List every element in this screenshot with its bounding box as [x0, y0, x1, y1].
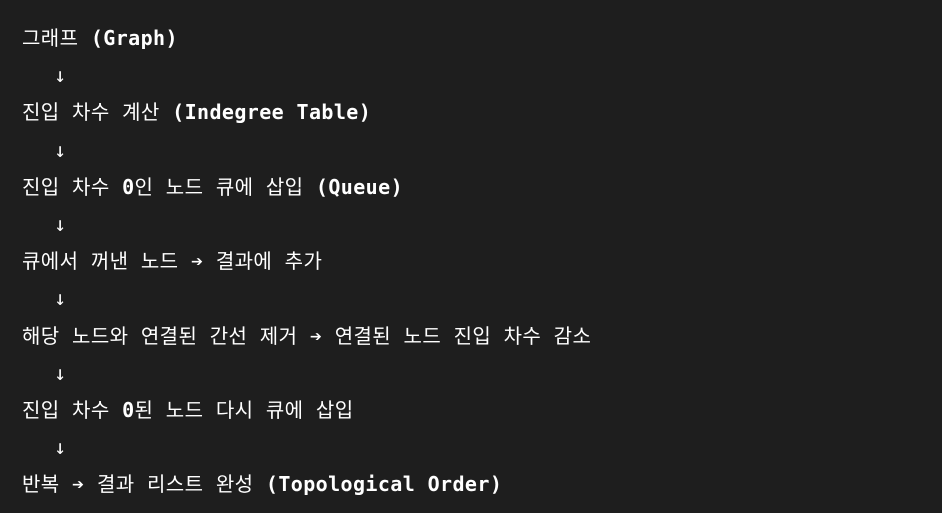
step-enqueue-zero: 진입 차수 0인 노드 큐에 삽입 (Queue) [22, 169, 942, 206]
step-text: 진입 차수 [22, 397, 123, 422]
down-arrow-icon: ↓ [54, 360, 67, 385]
down-arrow-icon: ↓ [54, 63, 67, 88]
step-text: 해당 노드와 연결된 간선 제거 [22, 323, 310, 348]
right-arrow-icon: ➔ [190, 249, 204, 274]
step-bold-text: (Topological Order) [265, 472, 503, 497]
step-text: 결과 리스트 완성 [84, 472, 266, 497]
step-bold-text: (Indegree Table) [172, 100, 372, 125]
step-text: 연결된 노드 진입 차수 감소 [322, 323, 592, 348]
down-arrow-icon: ↓ [54, 435, 67, 460]
step-graph: 그래프 (Graph) [22, 20, 942, 57]
step-text: 그래프 [22, 26, 91, 50]
down-arrow-icon: ↓ [54, 211, 67, 236]
step-remove-edges: 해당 노드와 연결된 간선 제거 ➔ 연결된 노드 진입 차수 감소 [22, 318, 942, 355]
step-bold-text: 0 [122, 174, 135, 199]
step-text: 진입 차수 계산 [22, 100, 173, 125]
step-dequeue: 큐에서 꺼낸 노드 ➔ 결과에 추가 [22, 243, 942, 280]
right-arrow-icon: ➔ [309, 323, 323, 348]
step-repeat: 반복 ➔ 결과 리스트 완성 (Topological Order) [22, 466, 942, 503]
step-bold-text: 0 [122, 397, 135, 422]
step-bold-text: (Graph) [90, 26, 178, 50]
flow-diagram: 그래프 (Graph) ↓ 진입 차수 계산 (Indegree Table) … [0, 0, 942, 513]
step-bold-text: (Queue) [315, 174, 404, 199]
step-text: 진입 차수 [22, 174, 123, 199]
step-indegree: 진입 차수 계산 (Indegree Table) [22, 94, 942, 131]
step-text: 인 노드 큐에 삽입 [134, 174, 316, 199]
step-text: 반복 [22, 472, 73, 497]
step-text: 큐에서 꺼낸 노드 [22, 249, 191, 274]
step-reenqueue: 진입 차수 0된 노드 다시 큐에 삽입 [22, 392, 942, 429]
right-arrow-icon: ➔ [72, 472, 85, 497]
step-text: 된 노드 다시 큐에 삽입 [134, 397, 354, 422]
step-text: 결과에 추가 [203, 249, 323, 274]
down-arrow-icon: ↓ [54, 137, 67, 162]
down-arrow-icon: ↓ [54, 286, 67, 311]
